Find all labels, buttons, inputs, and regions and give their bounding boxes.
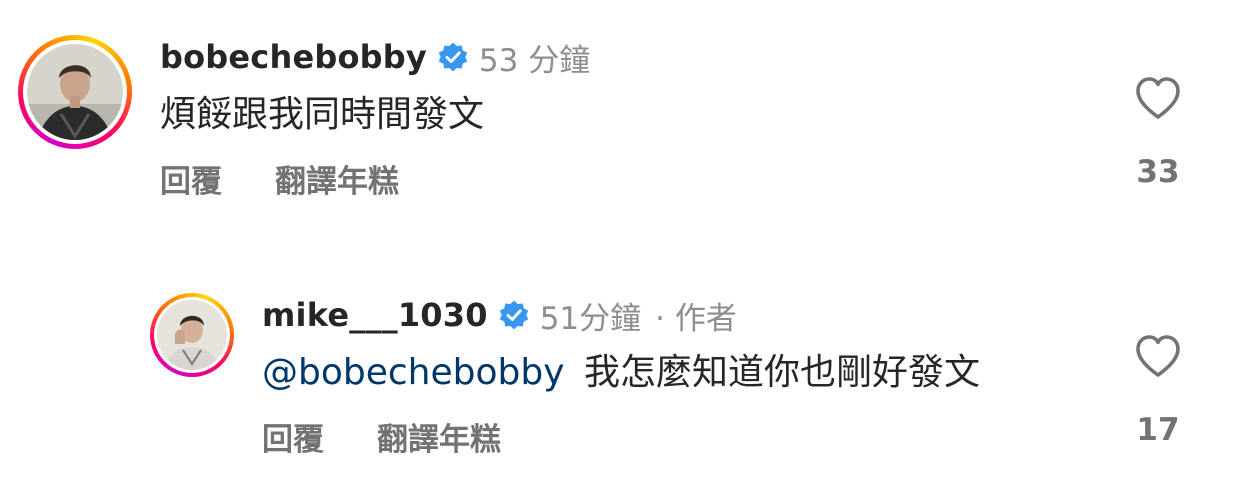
username[interactable]: bobechebobby: [160, 38, 427, 76]
avatar-photo-icon: [27, 44, 123, 140]
comment-text: 煩餒跟我同時間發文: [160, 94, 485, 135]
mention-link[interactable]: @bobechebobby: [262, 352, 565, 393]
comment-item: bobechebobby 53 分鐘 煩餒跟我同時間發文 回覆 翻譯年糕 33: [0, 0, 1242, 230]
translate-button[interactable]: 翻譯年糕: [377, 420, 501, 460]
verified-badge-icon: [498, 299, 530, 331]
comment-header: bobechebobby 53 分鐘: [160, 36, 591, 79]
like-count: 17: [1136, 412, 1180, 448]
like-count: 33: [1136, 154, 1180, 190]
reply-button[interactable]: 回覆: [160, 162, 222, 202]
comment-text-line: @bobechebobby 我怎麼知道你也剛好發文: [262, 350, 980, 396]
verified-badge-icon: [437, 41, 469, 73]
comment-timestamp: 51分鐘: [539, 300, 642, 337]
comment-text: 我怎麼知道你也剛好發文: [583, 352, 980, 393]
comment-actions: 回覆 翻譯年糕: [160, 162, 399, 202]
username[interactable]: mike___1030: [262, 296, 488, 334]
like-column: 17: [1128, 334, 1188, 448]
translate-button[interactable]: 翻譯年糕: [275, 162, 399, 202]
avatar[interactable]: [27, 44, 123, 140]
heart-outline-icon[interactable]: [1134, 334, 1182, 378]
heart-outline-icon[interactable]: [1134, 76, 1182, 120]
reply-button[interactable]: 回覆: [262, 420, 324, 460]
like-column: 33: [1128, 76, 1188, 190]
comment-timestamp: 53 分鐘: [478, 42, 591, 79]
comment-header: mike___1030 51分鐘 · 作者: [262, 294, 737, 337]
author-tag: · 作者: [655, 300, 737, 337]
reply-item: mike___1030 51分鐘 · 作者 @bobechebobby 我怎麼知…: [0, 230, 1242, 486]
avatar-photo-icon: [157, 300, 227, 370]
comment-actions: 回覆 翻譯年糕: [262, 420, 501, 460]
avatar[interactable]: [157, 300, 227, 370]
